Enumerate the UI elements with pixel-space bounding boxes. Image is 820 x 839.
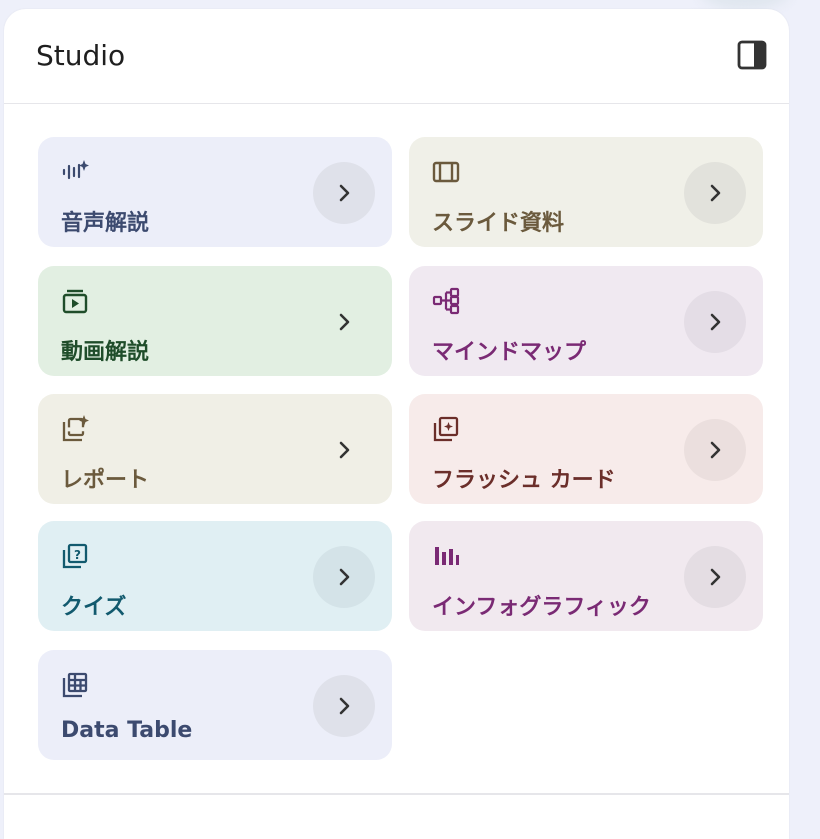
panel-right-icon bbox=[737, 40, 767, 70]
quiz-icon: ? bbox=[60, 541, 90, 571]
studio-panel: Studio 音声解説 スライド資料 動画解説 マインドマップ レポート フラッ… bbox=[4, 9, 789, 839]
card-flashcards[interactable]: フラッシュ カード bbox=[409, 394, 763, 504]
open-quiz-button[interactable] bbox=[313, 546, 375, 608]
bottom-divider bbox=[4, 793, 789, 795]
chevron-right-icon bbox=[339, 568, 350, 586]
open-report-button[interactable] bbox=[313, 419, 375, 481]
chevron-right-icon bbox=[339, 697, 350, 715]
table-icon bbox=[60, 670, 90, 700]
open-flashcards-button[interactable] bbox=[684, 419, 746, 481]
card-label: クイズ bbox=[61, 595, 127, 620]
chevron-right-icon bbox=[710, 184, 721, 202]
open-data-table-button[interactable] bbox=[313, 675, 375, 737]
card-label: フラッシュ カード bbox=[432, 468, 616, 493]
open-video-overview-button[interactable] bbox=[313, 291, 375, 353]
svg-text:?: ? bbox=[74, 548, 81, 562]
card-label: マインドマップ bbox=[432, 340, 587, 365]
open-slides-button[interactable] bbox=[684, 162, 746, 224]
card-audio-overview[interactable]: 音声解説 bbox=[38, 137, 392, 247]
chevron-right-icon bbox=[710, 568, 721, 586]
card-infographic[interactable]: インフォグラフィック bbox=[409, 521, 763, 631]
infographic-icon bbox=[431, 541, 461, 571]
chevron-right-icon bbox=[339, 184, 350, 202]
card-slides[interactable]: スライド資料 bbox=[409, 137, 763, 247]
open-infographic-button[interactable] bbox=[684, 546, 746, 608]
card-label: スライド資料 bbox=[432, 211, 565, 236]
chevron-right-icon bbox=[710, 441, 721, 459]
card-mindmap[interactable]: マインドマップ bbox=[409, 266, 763, 376]
card-report[interactable]: レポート bbox=[38, 394, 392, 504]
card-label: インフォグラフィック bbox=[432, 595, 651, 620]
panel-title: Studio bbox=[36, 39, 126, 72]
report-icon bbox=[60, 414, 90, 444]
card-label: Data Table bbox=[61, 718, 193, 743]
card-label: 音声解説 bbox=[61, 211, 150, 236]
card-label: 動画解説 bbox=[61, 340, 150, 365]
audio-sparkle-icon bbox=[60, 157, 90, 187]
slides-icon bbox=[431, 157, 461, 187]
open-mindmap-button[interactable] bbox=[684, 291, 746, 353]
card-data-table[interactable]: Data Table bbox=[38, 650, 392, 760]
flashcards-icon bbox=[431, 414, 461, 444]
chevron-right-icon bbox=[339, 441, 350, 459]
mindmap-icon bbox=[431, 286, 461, 316]
open-audio-overview-button[interactable] bbox=[313, 162, 375, 224]
video-icon bbox=[60, 286, 90, 316]
chevron-right-icon bbox=[339, 313, 350, 331]
card-label: レポート bbox=[61, 468, 150, 493]
chevron-right-icon bbox=[710, 313, 721, 331]
card-quiz[interactable]: ? クイズ bbox=[38, 521, 392, 631]
studio-header: Studio bbox=[4, 9, 789, 104]
panel-toggle-button[interactable] bbox=[737, 40, 767, 70]
card-video-overview[interactable]: 動画解説 bbox=[38, 266, 392, 376]
